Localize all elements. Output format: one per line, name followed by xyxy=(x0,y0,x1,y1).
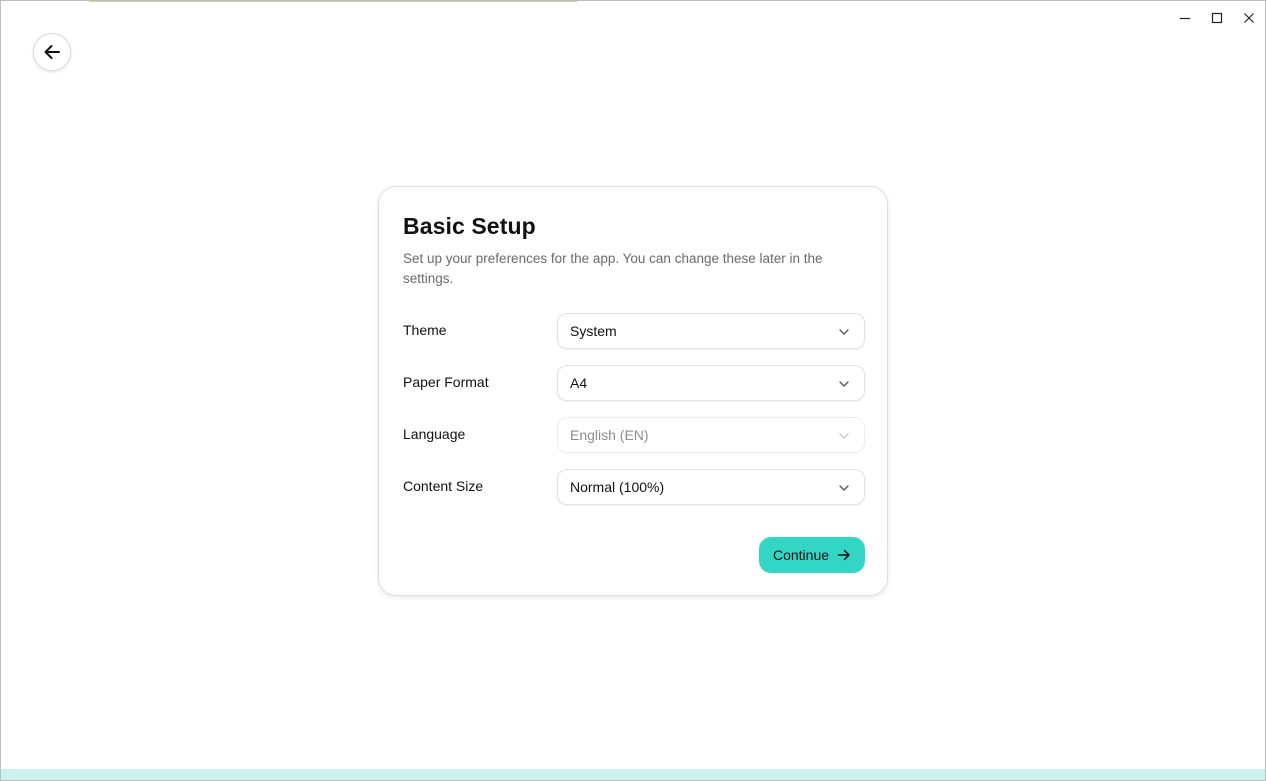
field-row-content-size: Content Size Normal (100%) xyxy=(403,469,865,505)
wallpaper-strip xyxy=(89,1,577,2)
arrow-left-icon xyxy=(44,45,60,59)
card-description: Set up your preferences for the app. You… xyxy=(403,251,823,286)
setup-card: Basic Setup Set up your preferences for … xyxy=(378,186,888,596)
minimize-icon xyxy=(1180,17,1190,20)
maximize-button[interactable] xyxy=(1201,1,1233,35)
theme-select-value: System xyxy=(570,323,617,339)
language-select-value: English (EN) xyxy=(570,427,649,443)
chevron-down-icon xyxy=(839,433,849,439)
language-select: English (EN) xyxy=(557,417,865,453)
field-label-content-size: Content Size xyxy=(403,478,484,494)
close-icon xyxy=(1244,13,1254,23)
continue-label: Continue xyxy=(772,547,830,563)
content-size-select[interactable]: Normal (100%) xyxy=(557,469,865,505)
field-row-language: Language English (EN) xyxy=(403,417,865,453)
chevron-down-icon xyxy=(839,381,849,387)
continue-button[interactable]: Continue xyxy=(759,537,865,573)
paper-format-select[interactable]: A4 xyxy=(557,365,865,401)
content-size-select-value: Normal (100%) xyxy=(570,479,665,495)
close-button[interactable] xyxy=(1233,1,1265,35)
chevron-down-icon xyxy=(839,485,849,491)
paper-format-select-value: A4 xyxy=(570,375,588,391)
chevron-down-icon xyxy=(839,329,849,335)
field-label-theme: Theme xyxy=(403,322,447,338)
arrow-right-icon xyxy=(837,549,850,561)
back-button[interactable] xyxy=(33,33,71,71)
theme-select[interactable]: System xyxy=(557,313,865,349)
field-label-paper-format: Paper Format xyxy=(403,374,489,390)
field-row-theme: Theme System xyxy=(403,313,865,349)
card-title: Basic Setup xyxy=(403,213,536,239)
window-controls xyxy=(1169,1,1265,35)
bottom-accent-bar xyxy=(1,769,1265,780)
minimize-button[interactable] xyxy=(1169,1,1201,35)
field-row-paper-format: Paper Format A4 xyxy=(403,365,865,401)
field-label-language: Language xyxy=(403,426,466,442)
app-window: Basic Setup Set up your preferences for … xyxy=(0,0,1266,781)
maximize-icon xyxy=(1211,12,1223,24)
